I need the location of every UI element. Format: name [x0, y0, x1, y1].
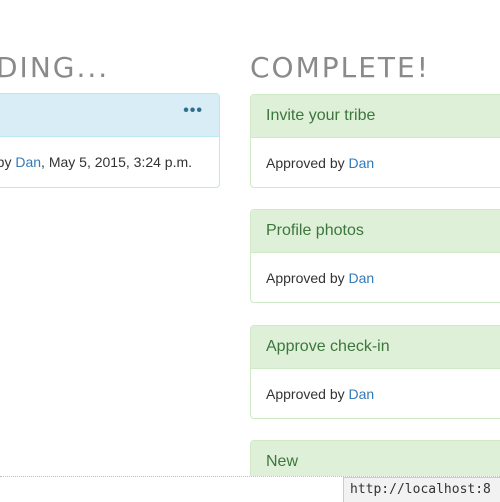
complete-column-title: COMPLETE! [250, 51, 430, 84]
pending-meta-date: , May 5, 2015, 3:24 p.m. [41, 154, 193, 170]
task-approval: Approved by Dan [251, 369, 500, 418]
task-title: Approve check-in [251, 326, 500, 369]
complete-task-card: Approve check-in Approved by Dan [250, 325, 500, 419]
more-options-icon[interactable]: ••• [183, 94, 203, 128]
task-title: Invite your tribe [251, 95, 500, 138]
user-link[interactable]: Dan [349, 386, 375, 402]
task-approval: Approved by Dan [251, 253, 500, 302]
status-url: http://localhost:8 [343, 477, 500, 502]
pending-column-title: DING... [0, 51, 110, 84]
pending-task-body: n by Dan, May 5, 2015, 3:24 p.m. [0, 137, 219, 187]
complete-task-card: Profile photos Approved by Dan [250, 209, 500, 303]
approved-by-label: Approved by [266, 270, 349, 286]
user-link[interactable]: Dan [15, 154, 41, 170]
user-link[interactable]: Dan [349, 155, 375, 171]
browser-status-bar: http://localhost:8 [0, 476, 500, 502]
user-link[interactable]: Dan [349, 270, 375, 286]
pending-meta-prefix: n by [0, 154, 12, 170]
task-approval: Approved by Dan [251, 138, 500, 187]
pending-task-card: ••• n by Dan, May 5, 2015, 3:24 p.m. [0, 93, 220, 188]
task-title: Profile photos [251, 210, 500, 253]
complete-task-card: Invite your tribe Approved by Dan [250, 94, 500, 188]
approved-by-label: Approved by [266, 386, 349, 402]
approved-by-label: Approved by [266, 155, 349, 171]
pending-task-header: ••• [0, 94, 219, 137]
